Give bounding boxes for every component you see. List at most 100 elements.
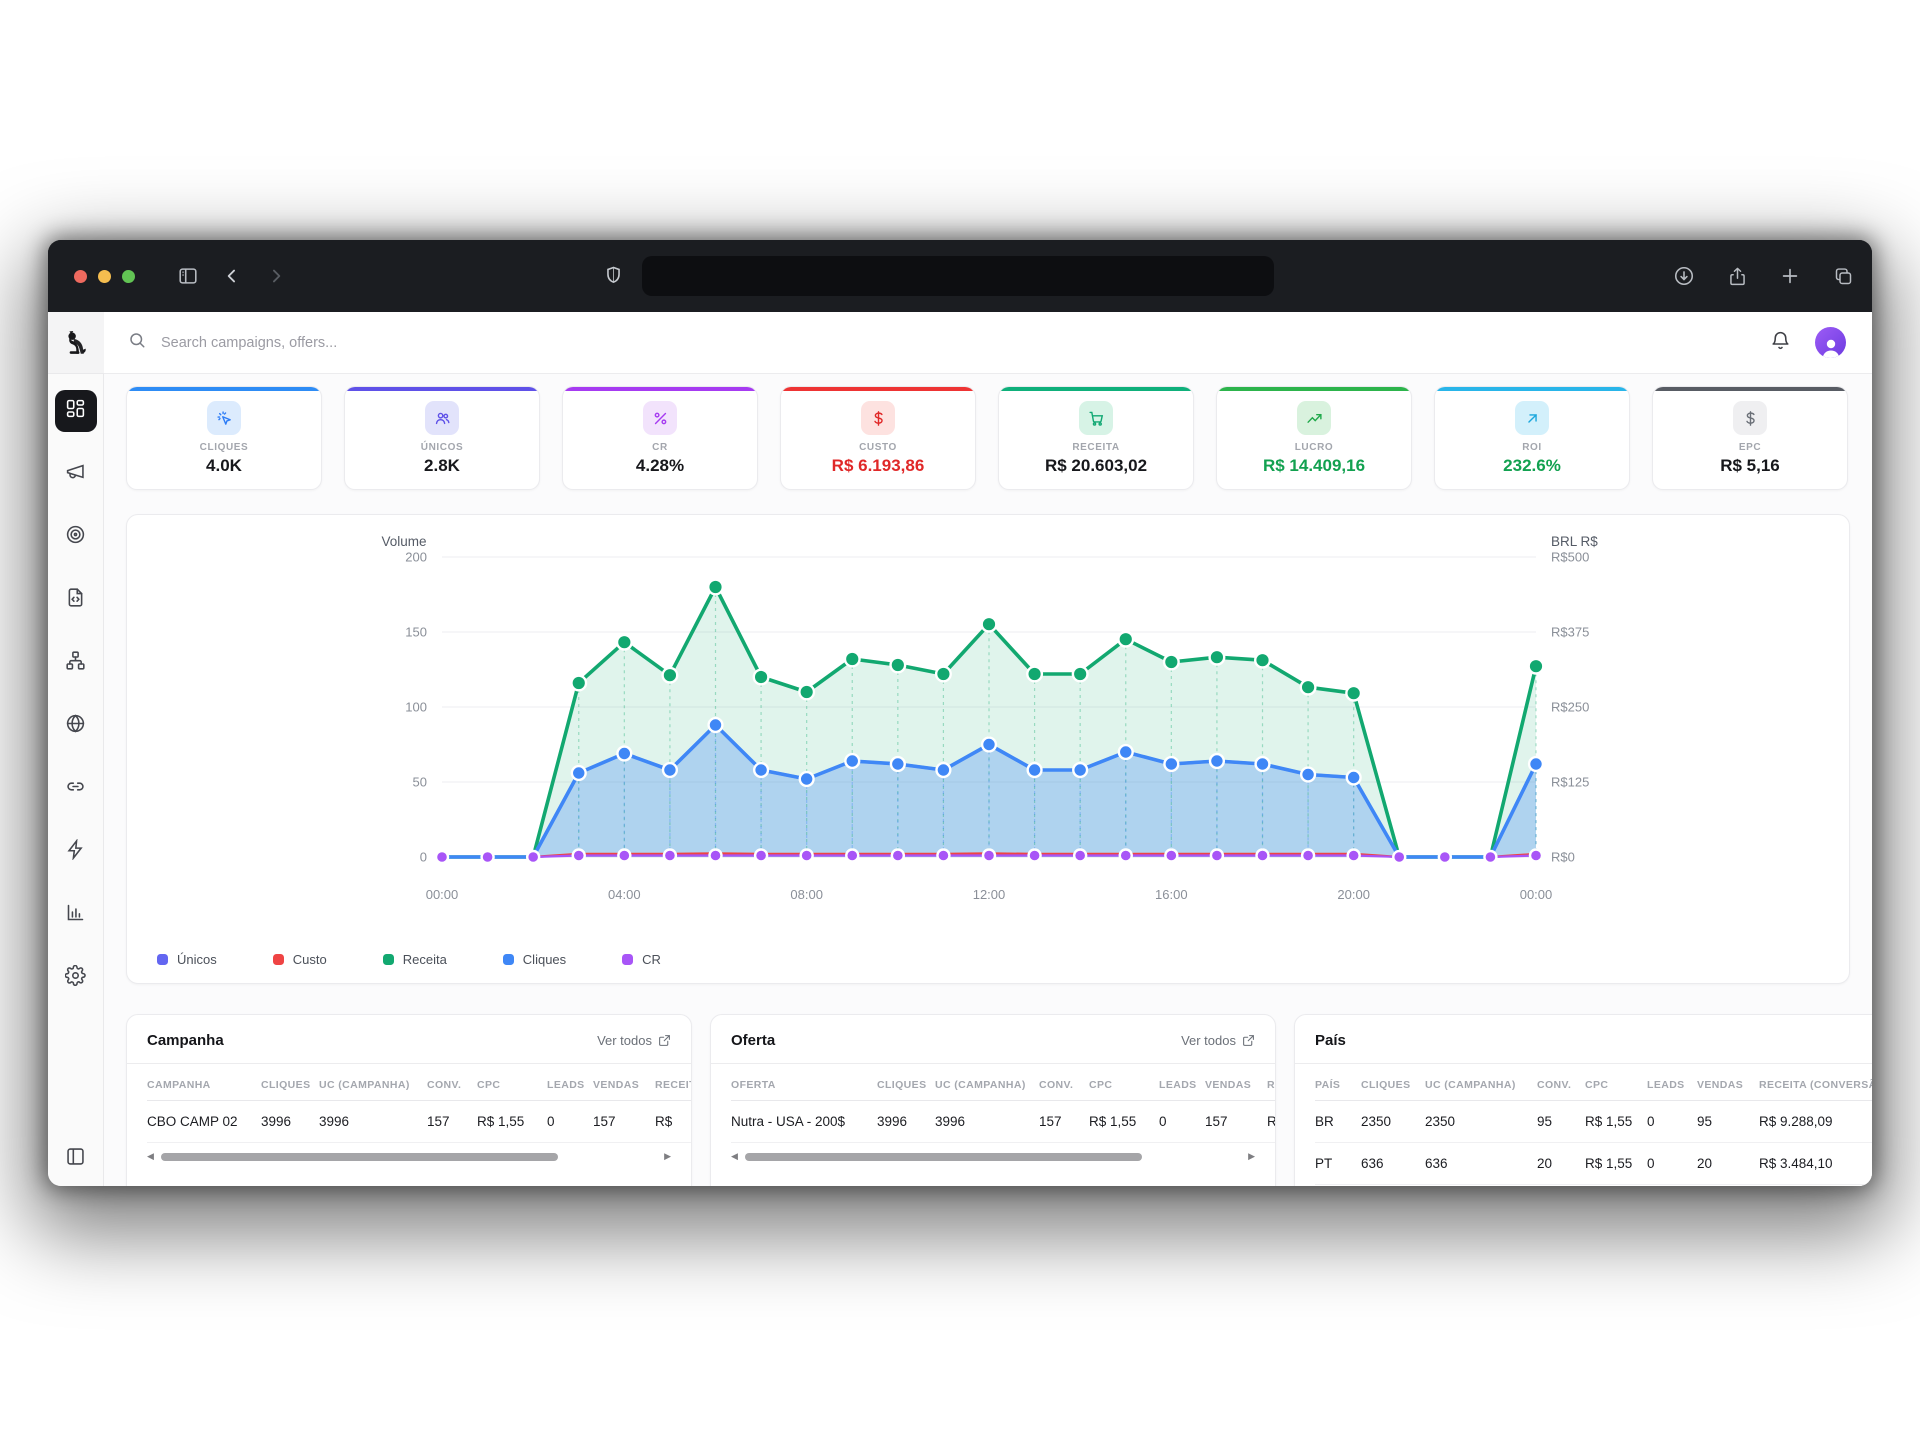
sidebar-item-megaphone[interactable] xyxy=(55,453,97,495)
sidebar-item-target[interactable] xyxy=(55,516,97,558)
legend-label: Custo xyxy=(293,952,327,967)
view-all-link[interactable]: Ver todos xyxy=(597,1033,671,1048)
globe-icon xyxy=(65,713,86,739)
downloads-icon[interactable] xyxy=(1671,263,1697,289)
scrollbar-thumb[interactable] xyxy=(161,1153,558,1161)
url-bar[interactable] xyxy=(642,256,1274,296)
column-header: VENDAS xyxy=(1697,1066,1759,1101)
scroll-right-arrow[interactable]: ▶ xyxy=(664,1152,671,1161)
metric-card-receita: RECEITA R$ 20.603,02 xyxy=(998,386,1194,490)
share-icon[interactable] xyxy=(1724,263,1750,289)
column-header: CONV. xyxy=(1537,1066,1585,1101)
metric-value: R$ 5,16 xyxy=(1720,456,1780,476)
table-cell: R$ 3.484,10 xyxy=(1759,1143,1872,1185)
table-cell: 0 xyxy=(1647,1143,1697,1185)
sidebar-item-file-code[interactable] xyxy=(55,579,97,621)
table-cell: 2350 xyxy=(1425,1101,1537,1143)
dog-logo-icon xyxy=(62,329,89,356)
svg-text:100: 100 xyxy=(405,700,427,715)
sidebar-item-bar-chart[interactable] xyxy=(55,894,97,936)
forward-icon[interactable] xyxy=(263,263,289,289)
user-avatar[interactable] xyxy=(1815,327,1846,358)
zap-icon xyxy=(65,839,86,865)
sidebar-item-zap[interactable] xyxy=(55,831,97,873)
table-cell: 0 xyxy=(1159,1101,1205,1143)
notifications-bell-icon[interactable] xyxy=(1770,330,1791,356)
arrow-up-right-icon xyxy=(1515,401,1549,435)
svg-text:16:00: 16:00 xyxy=(1155,887,1188,902)
svg-text:R$125: R$125 xyxy=(1551,775,1589,790)
tab-overview-icon[interactable] xyxy=(1830,263,1856,289)
svg-text:R$250: R$250 xyxy=(1551,700,1589,715)
data-table: CAMPANHACLIQUESUC (CAMPANHA)CONV.CPCLEAD… xyxy=(147,1066,691,1143)
scrollbar-thumb[interactable] xyxy=(745,1153,1142,1161)
scroll-left-arrow[interactable]: ◀ xyxy=(147,1152,154,1161)
legend-item-cr[interactable]: CR xyxy=(622,952,661,967)
app-logo[interactable] xyxy=(48,312,104,374)
column-header: CLIQUES xyxy=(1361,1066,1425,1101)
metric-label: EPC xyxy=(1739,442,1761,453)
trending-up-icon xyxy=(1297,401,1331,435)
table-cell: R$ 1,55 xyxy=(1089,1101,1159,1143)
svg-text:BRL R$: BRL R$ xyxy=(1551,534,1598,549)
metric-label: CUSTO xyxy=(859,442,897,453)
svg-text:04:00: 04:00 xyxy=(608,887,641,902)
minimize-window-button[interactable] xyxy=(98,270,111,283)
column-header: RECEITA (CONVERSÃO) xyxy=(1759,1066,1872,1101)
search-input[interactable] xyxy=(159,334,579,352)
column-header: LEADS xyxy=(547,1066,593,1101)
scroll-left-arrow[interactable]: ◀ xyxy=(731,1152,738,1161)
legend-item-custo[interactable]: Custo xyxy=(273,952,327,967)
table-cell: R$ 1,55 xyxy=(1585,1101,1647,1143)
collapse-sidebar-icon[interactable] xyxy=(65,1146,86,1172)
metric-label: ROI xyxy=(1522,442,1542,453)
back-icon[interactable] xyxy=(219,263,245,289)
column-header: CONV. xyxy=(427,1066,477,1101)
legend-item-receita[interactable]: Receita xyxy=(383,952,447,967)
metric-card-epc: EPC R$ 5,16 xyxy=(1652,386,1848,490)
metric-card-custo: CUSTO R$ 6.193,86 xyxy=(780,386,976,490)
legend-item-únicos[interactable]: Únicos xyxy=(157,952,217,967)
view-all-link[interactable]: Ver todos xyxy=(1181,1033,1255,1048)
scrollbar-track[interactable] xyxy=(161,1153,657,1161)
browser-sidebar-toggle-icon[interactable] xyxy=(175,263,201,289)
users-icon xyxy=(425,401,459,435)
scrollbar-track[interactable] xyxy=(745,1153,1241,1161)
new-tab-icon[interactable] xyxy=(1777,263,1803,289)
legend-swatch xyxy=(503,954,514,965)
table-cell: 3996 xyxy=(261,1101,319,1143)
svg-text:Volume: Volume xyxy=(381,534,426,549)
sidebar-item-dashboard[interactable] xyxy=(55,390,97,432)
table-cell: 3996 xyxy=(935,1101,1039,1143)
summary-card-pais: País Ver todos PAÍSCLIQUESUC (CAMPANHA)C… xyxy=(1294,1014,1872,1186)
column-header: CAMPANHA xyxy=(147,1066,261,1101)
dashboard-content: CLIQUES 4.0K ÚNICOS 2.8K CR 4.28% CUSTO … xyxy=(104,374,1872,1186)
summary-card-campanha: Campanha Ver todos CAMPANHACLIQUESUC (CA… xyxy=(126,1014,692,1186)
metric-label: LUCRO xyxy=(1295,442,1334,453)
scroll-right-arrow[interactable]: ▶ xyxy=(1248,1152,1255,1161)
column-header: OFERTA xyxy=(731,1066,877,1101)
table-cell: 157 xyxy=(1205,1101,1267,1143)
table-cell: Nutra - USA - 200$ xyxy=(731,1101,877,1143)
close-window-button[interactable] xyxy=(74,270,87,283)
legend-item-cliques[interactable]: Cliques xyxy=(503,952,566,967)
file-code-icon xyxy=(65,587,86,613)
dollar-icon xyxy=(861,401,895,435)
metric-card-únicos: ÚNICOS 2.8K xyxy=(344,386,540,490)
metric-value: R$ 20.603,02 xyxy=(1045,456,1147,476)
legend-label: CR xyxy=(642,952,661,967)
zoom-window-button[interactable] xyxy=(122,270,135,283)
column-header: RECEITA xyxy=(655,1066,691,1101)
table-cell: 95 xyxy=(1537,1101,1585,1143)
table-cell: 0 xyxy=(547,1101,593,1143)
sidebar-item-gear[interactable] xyxy=(55,957,97,999)
metric-value: 4.0K xyxy=(206,456,242,476)
sidebar-item-network[interactable] xyxy=(55,642,97,684)
percent-icon xyxy=(643,401,677,435)
column-header: CPC xyxy=(1089,1066,1159,1101)
column-header: VENDAS xyxy=(1205,1066,1267,1101)
privacy-shield-icon[interactable] xyxy=(604,264,623,291)
sidebar-item-globe[interactable] xyxy=(55,705,97,747)
app-sidebar xyxy=(48,312,104,1186)
sidebar-item-link[interactable] xyxy=(55,768,97,810)
